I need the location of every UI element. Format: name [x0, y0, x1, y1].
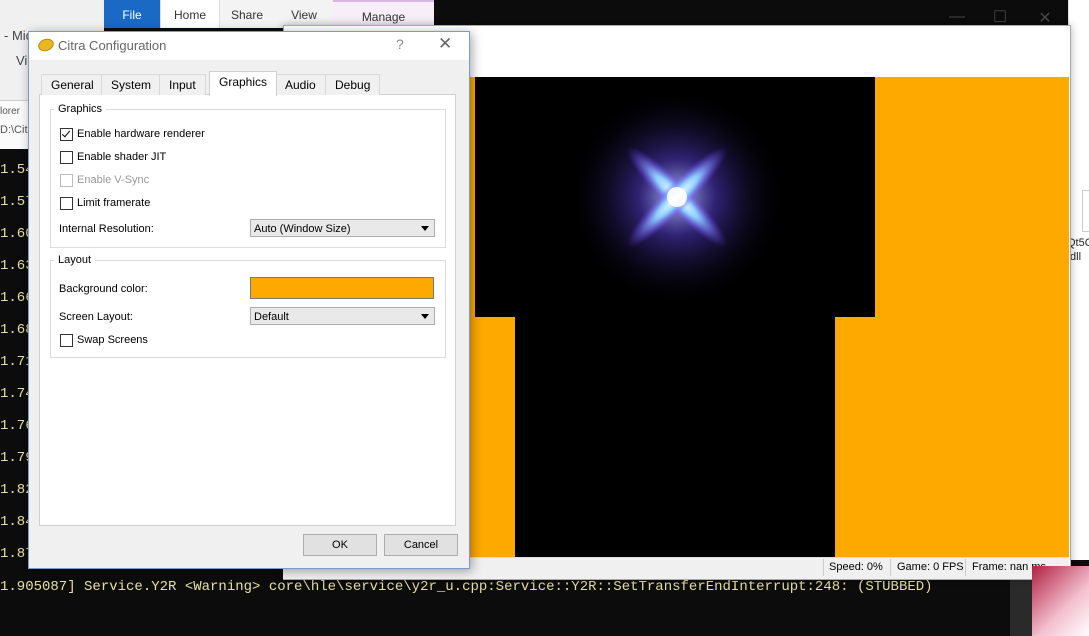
ribbon-tab-home[interactable]: Home: [160, 0, 220, 28]
layout-group-title: Layout: [54, 254, 96, 266]
shader-jit-checkbox[interactable]: [60, 151, 73, 164]
ribbon-tab-share[interactable]: Share: [218, 0, 276, 28]
minimize-icon[interactable]: —: [942, 8, 972, 26]
status-game-fps: Game: 0 FPS: [897, 561, 964, 573]
tab-graphics[interactable]: Graphics: [209, 71, 278, 96]
tab-audio[interactable]: Audio: [275, 74, 326, 95]
tab-debug[interactable]: Debug: [325, 74, 381, 95]
screen-layout-select[interactable]: Default: [250, 307, 435, 325]
internal-resolution-label: Internal Resolution:: [59, 223, 154, 235]
sparkle-logo-icon: [567, 87, 787, 307]
explorer-file-pane: [1068, 0, 1089, 560]
background-wallpaper: [1032, 566, 1089, 636]
tab-general[interactable]: General: [41, 74, 104, 95]
status-separator: [823, 559, 824, 576]
hardware-renderer-checkbox[interactable]: [60, 128, 73, 141]
ribbon-tab-file[interactable]: File: [104, 0, 160, 28]
close-icon[interactable]: ✕: [438, 34, 452, 54]
screen-layout-label: Screen Layout:: [59, 311, 133, 323]
graphics-group-title: Graphics: [54, 103, 107, 115]
internal-resolution-value: Auto (Window Size): [254, 223, 351, 235]
hardware-renderer-label[interactable]: Enable hardware renderer: [77, 128, 205, 140]
swap-screens-checkbox[interactable]: [60, 334, 73, 347]
ribbon-tab-view[interactable]: View: [276, 0, 332, 28]
shader-jit-label[interactable]: Enable shader JIT: [77, 151, 166, 163]
status-separator: [965, 559, 966, 576]
close-icon[interactable]: ✕: [1030, 8, 1060, 28]
vsync-label: Enable V-Sync: [77, 174, 150, 186]
maximize-icon[interactable]: ☐: [985, 7, 1015, 27]
limit-framerate-checkbox[interactable]: [60, 197, 73, 210]
limit-framerate-label[interactable]: Limit framerate: [77, 197, 150, 209]
background-panel-path: D:\Cit: [0, 124, 28, 136]
tab-system[interactable]: System: [101, 74, 162, 95]
background-window-menu: Vi: [16, 53, 28, 68]
background-panel-label: lorer: [0, 106, 21, 117]
file-icon[interactable]: [1082, 190, 1089, 232]
internal-resolution-select[interactable]: Auto (Window Size): [250, 219, 435, 237]
ok-button[interactable]: OK: [303, 534, 377, 556]
cancel-button[interactable]: Cancel: [384, 534, 458, 556]
chevron-down-icon: [421, 314, 429, 319]
bottom-screen[interactable]: [515, 317, 835, 557]
status-speed: Speed: 0%: [829, 561, 883, 573]
help-button[interactable]: ?: [396, 36, 404, 52]
vsync-checkbox: [60, 174, 73, 187]
status-separator: [890, 559, 891, 576]
background-color-label: Background color:: [59, 283, 148, 295]
dialog-title: Citra Configuration: [58, 38, 167, 53]
console-scrollbar[interactable]: [1010, 578, 1032, 636]
chevron-down-icon: [421, 226, 429, 231]
background-color-button[interactable]: [250, 277, 434, 299]
swap-screens-label[interactable]: Swap Screens: [77, 334, 148, 346]
screen-layout-value: Default: [254, 311, 289, 323]
ribbon-tab-manage[interactable]: Manage: [333, 0, 434, 28]
top-screen: [475, 77, 875, 317]
tab-input[interactable]: Input: [159, 74, 206, 95]
